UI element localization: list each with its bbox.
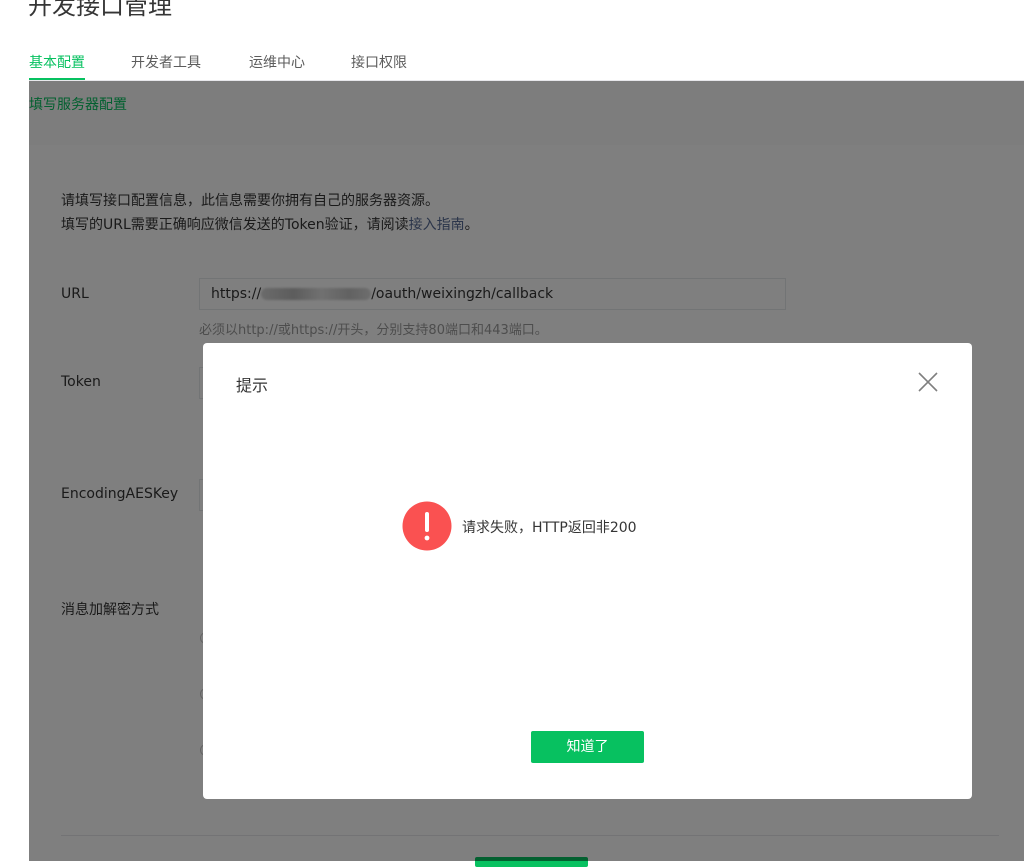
tab-developer-tools[interactable]: 开发者工具	[131, 52, 201, 78]
tab-basic-config[interactable]: 基本配置	[29, 52, 85, 80]
page-title: 开发接口管理	[28, 0, 172, 20]
alert-dialog: 提示 请求失败，HTTP返回非200 知道了	[203, 343, 972, 799]
dialog-title: 提示	[236, 376, 269, 395]
confirm-button[interactable]: 知道了	[531, 731, 644, 763]
tab-ops-center[interactable]: 运维中心	[249, 52, 305, 78]
error-icon	[402, 501, 452, 551]
error-message: 请求失败，HTTP返回非200	[462, 520, 637, 536]
close-icon[interactable]	[913, 367, 943, 397]
tab-api-permissions[interactable]: 接口权限	[351, 52, 407, 78]
